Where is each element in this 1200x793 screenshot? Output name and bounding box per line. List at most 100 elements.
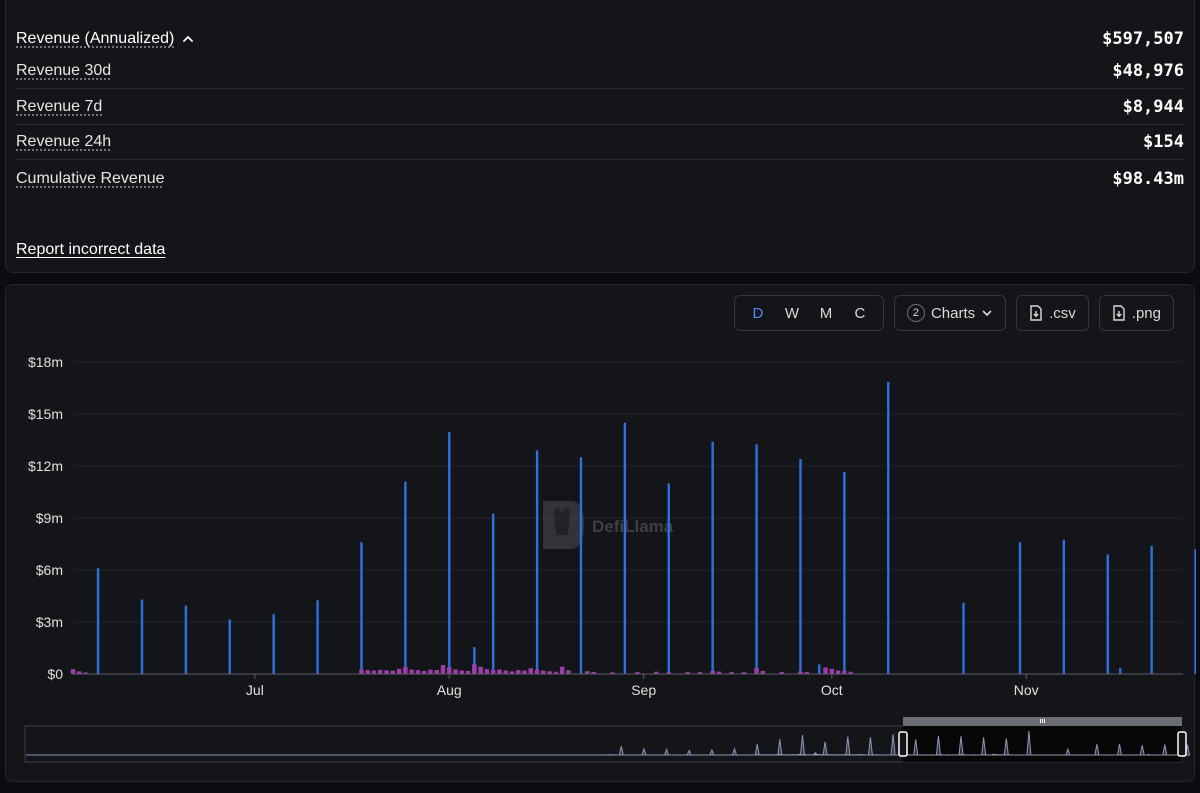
bar-primary [228,619,231,674]
navigator-left-handle[interactable] [898,731,908,757]
y-tick-label: $9m [36,510,63,526]
bar-secondary [434,670,439,674]
download-png-label: .png [1131,304,1161,322]
bar-secondary [371,670,377,674]
bar-primary [667,483,670,674]
bar-primary [360,542,363,674]
charts-dropdown[interactable]: 2 Charts [893,295,1007,331]
bar-secondary [528,668,534,674]
bar-secondary [396,668,402,674]
bar-secondary [484,669,490,674]
y-tick-label: $12m [28,458,63,474]
granularity-daily-button[interactable]: D [741,296,775,330]
bar-primary [887,381,890,674]
bar-secondary [378,669,383,674]
bar-secondary [829,668,835,674]
bar-secondary [440,664,446,674]
revenue-annualized-toggle[interactable]: Revenue (Annualized) [16,30,194,48]
bar-secondary [365,670,370,674]
bar-secondary [447,667,452,674]
bar-primary [140,599,144,674]
download-png-button[interactable]: .png [1098,295,1174,331]
bar-secondary [522,670,527,674]
series-secondary-bars [70,664,853,674]
report-incorrect-data-link[interactable]: Report incorrect data [16,241,165,259]
y-tick-label: $15m [28,406,63,422]
bar-primary [623,422,627,674]
cumulative-revenue-value: $98.43m [1112,168,1184,189]
x-tick-label: Aug [437,682,462,698]
download-csv-button[interactable]: .csv [1016,295,1089,331]
bar-primary [799,459,802,674]
cumulative-revenue-label: Cumulative Revenue [16,169,165,187]
bar-primary [1150,545,1153,674]
stat-row-30d: Revenue 30d $48,976 [16,54,1184,89]
chevron-down-icon [982,310,992,316]
charts-dropdown-label: Charts [930,304,976,322]
x-tick-label: Oct [821,682,843,698]
navigator-selection [903,726,1182,762]
bar-secondary [384,670,389,674]
stat-row-cumulative: Cumulative Revenue $98.43m [16,161,1184,196]
bar-secondary [516,670,521,674]
file-download-icon [1030,305,1042,321]
bar-secondary [478,666,483,674]
stat-row-24h: Revenue 24h $154 [16,125,1184,160]
granularity-cumulative-button[interactable]: C [843,296,877,330]
bar-primary [535,450,539,674]
bar-primary [316,600,319,674]
x-axis-ticks: Jul Aug Sep Oct Nov [246,674,1039,698]
revenue-annualized-label: Revenue (Annualized) [16,29,175,47]
bar-secondary [359,669,364,674]
revenue-chart-card: $0 $3m $6m $9m $12m $15m $18m Jul Aug Sep Oct Nov … [5,284,1196,782]
bar-primary [579,457,583,674]
bar-primary [1194,549,1196,674]
bar-secondary [403,666,408,674]
bar-primary [1119,667,1122,674]
granularity-weekly-button[interactable]: W [775,296,809,330]
revenue-7d-label: Revenue 7d [16,98,103,115]
y-tick-label: $0 [47,666,63,682]
granularity-selector: D W M C [733,295,884,331]
revenue-30d-label: Revenue 30d [16,62,112,79]
bar-secondary [497,669,502,674]
download-csv-label: .csv [1049,304,1076,322]
bar-secondary [566,670,571,674]
bar-primary [1018,542,1022,674]
chevron-up-icon [183,35,194,42]
stat-row-7d: Revenue 7d $8,944 [16,90,1184,125]
charts-count-badge: 2 [906,304,925,322]
revenue-annualized-value: $597,507 [1102,28,1184,49]
bar-primary [711,441,714,674]
navigator-right-handle[interactable] [1177,731,1187,757]
bar-secondary [823,667,828,674]
bar-primary [272,614,275,674]
chart-range-navigator[interactable] [24,717,1191,763]
granularity-monthly-button[interactable]: M [809,296,843,330]
revenue-24h-value: $154 [1143,132,1184,152]
bar-secondary [835,670,841,674]
revenue-stats-card: Revenue (Annualized) $597,507 Revenue 30… [5,0,1195,273]
y-tick-label: $18m [28,354,63,370]
y-tick-label: $6m [36,562,63,578]
x-tick-label: Jul [246,682,264,698]
watermark-text: DefiLlama [592,517,674,536]
bar-primary [818,664,821,674]
x-tick-label: Nov [1014,682,1039,698]
revenue-24h-label: Revenue 24h [16,133,112,150]
bar-secondary [490,670,496,674]
bar-primary [404,481,407,674]
bar-secondary [459,670,465,674]
x-tick-label: Sep [631,682,656,698]
bar-primary [96,568,100,674]
bar-secondary [559,666,565,674]
bar-secondary [754,667,759,674]
bar-secondary [409,669,414,674]
revenue-bar-chart: $0$3m$6m$9m$12m$15m$18m Jul Aug Sep Oct Nov … [24,354,1196,763]
stat-row-annualized: Revenue (Annualized) $597,507 [16,21,1184,56]
bar-primary [1062,539,1066,674]
defillama-watermark: DefiLlama [543,501,674,549]
bar-secondary [453,669,458,674]
revenue-7d-value: $8,944 [1122,97,1184,117]
bar-primary [755,444,758,674]
